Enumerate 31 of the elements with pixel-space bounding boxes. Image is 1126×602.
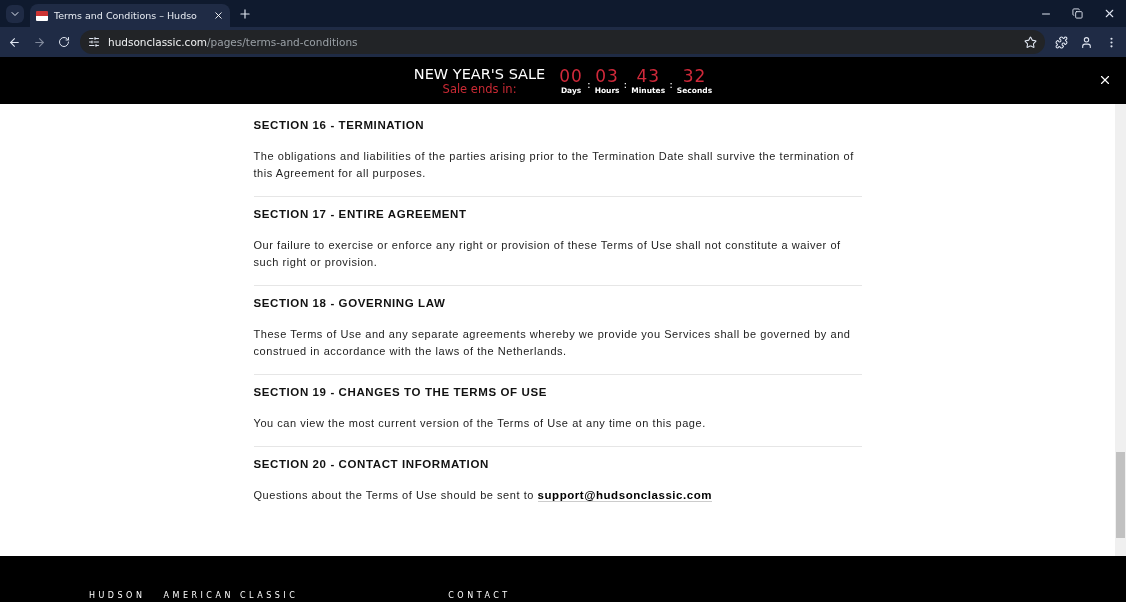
close-icon[interactable] xyxy=(213,10,224,21)
site-settings-icon[interactable] xyxy=(88,36,100,48)
countdown-value: 03 xyxy=(595,66,619,86)
countdown-separator: : xyxy=(623,78,628,91)
sale-subtitle: Sale ends in: xyxy=(442,81,517,96)
section-paragraph: You can view the most current version of the Terms of Use at any time on this page. xyxy=(253,416,707,431)
section-heading: SECTION 16 - TERMINATION xyxy=(253,119,426,131)
sale-title: NEW YEAR'S SALE xyxy=(413,65,546,82)
footer-heading: CONTACT xyxy=(448,591,511,600)
section-paragraph: These Terms of Use and any separate agreements whereby we provide you Services shall be governed by and construed in accordance with the laws of the Netherlands. xyxy=(253,327,852,359)
close-button[interactable] xyxy=(1098,73,1112,87)
countdown-value: 32 xyxy=(682,66,707,86)
section-paragraph: The obligations and liabilities of the parties arising prior to the Termination Date shall survive the termination of this Agreement for all purposes. xyxy=(253,149,855,181)
section-heading: SECTION 19 - CHANGES TO THE TERMS OF USE xyxy=(253,386,548,398)
browser-tab[interactable]: Terms and Conditions – Hudso xyxy=(30,4,230,27)
address-bar[interactable]: hudsonclassic.com/pages/terms-and-conditions xyxy=(80,30,1045,54)
section-heading: SECTION 20 - CONTACT INFORMATION xyxy=(253,458,490,470)
footer-heading: HUDSON AMERICAN CLASSIC xyxy=(89,591,299,600)
section-heading: SECTION 17 - ENTIRE AGREEMENT xyxy=(253,208,468,220)
scrollbar[interactable] xyxy=(1115,104,1126,556)
countdown-separator: : xyxy=(669,78,673,91)
scrollbar-thumb[interactable] xyxy=(1116,452,1125,538)
section-paragraph: Our failure to exercise or enforce any right or provision of these Terms of Use shall not constitute a waiver of such right or provision. xyxy=(253,238,842,270)
section-paragraph: Questions about the Terms of Use should be sent to support@hudsonclassic.com xyxy=(253,488,714,504)
bookmark-star-icon[interactable] xyxy=(1024,35,1037,49)
email-link[interactable]: support@hudsonclassic.com xyxy=(537,489,713,502)
countdown-separator: : xyxy=(586,78,591,91)
section-heading: SECTION 18 - GOVERNING LAW xyxy=(253,297,447,309)
site-favicon-icon xyxy=(36,10,48,21)
countdown-value: 43 xyxy=(636,66,661,86)
countdown-value: 00 xyxy=(559,66,583,86)
